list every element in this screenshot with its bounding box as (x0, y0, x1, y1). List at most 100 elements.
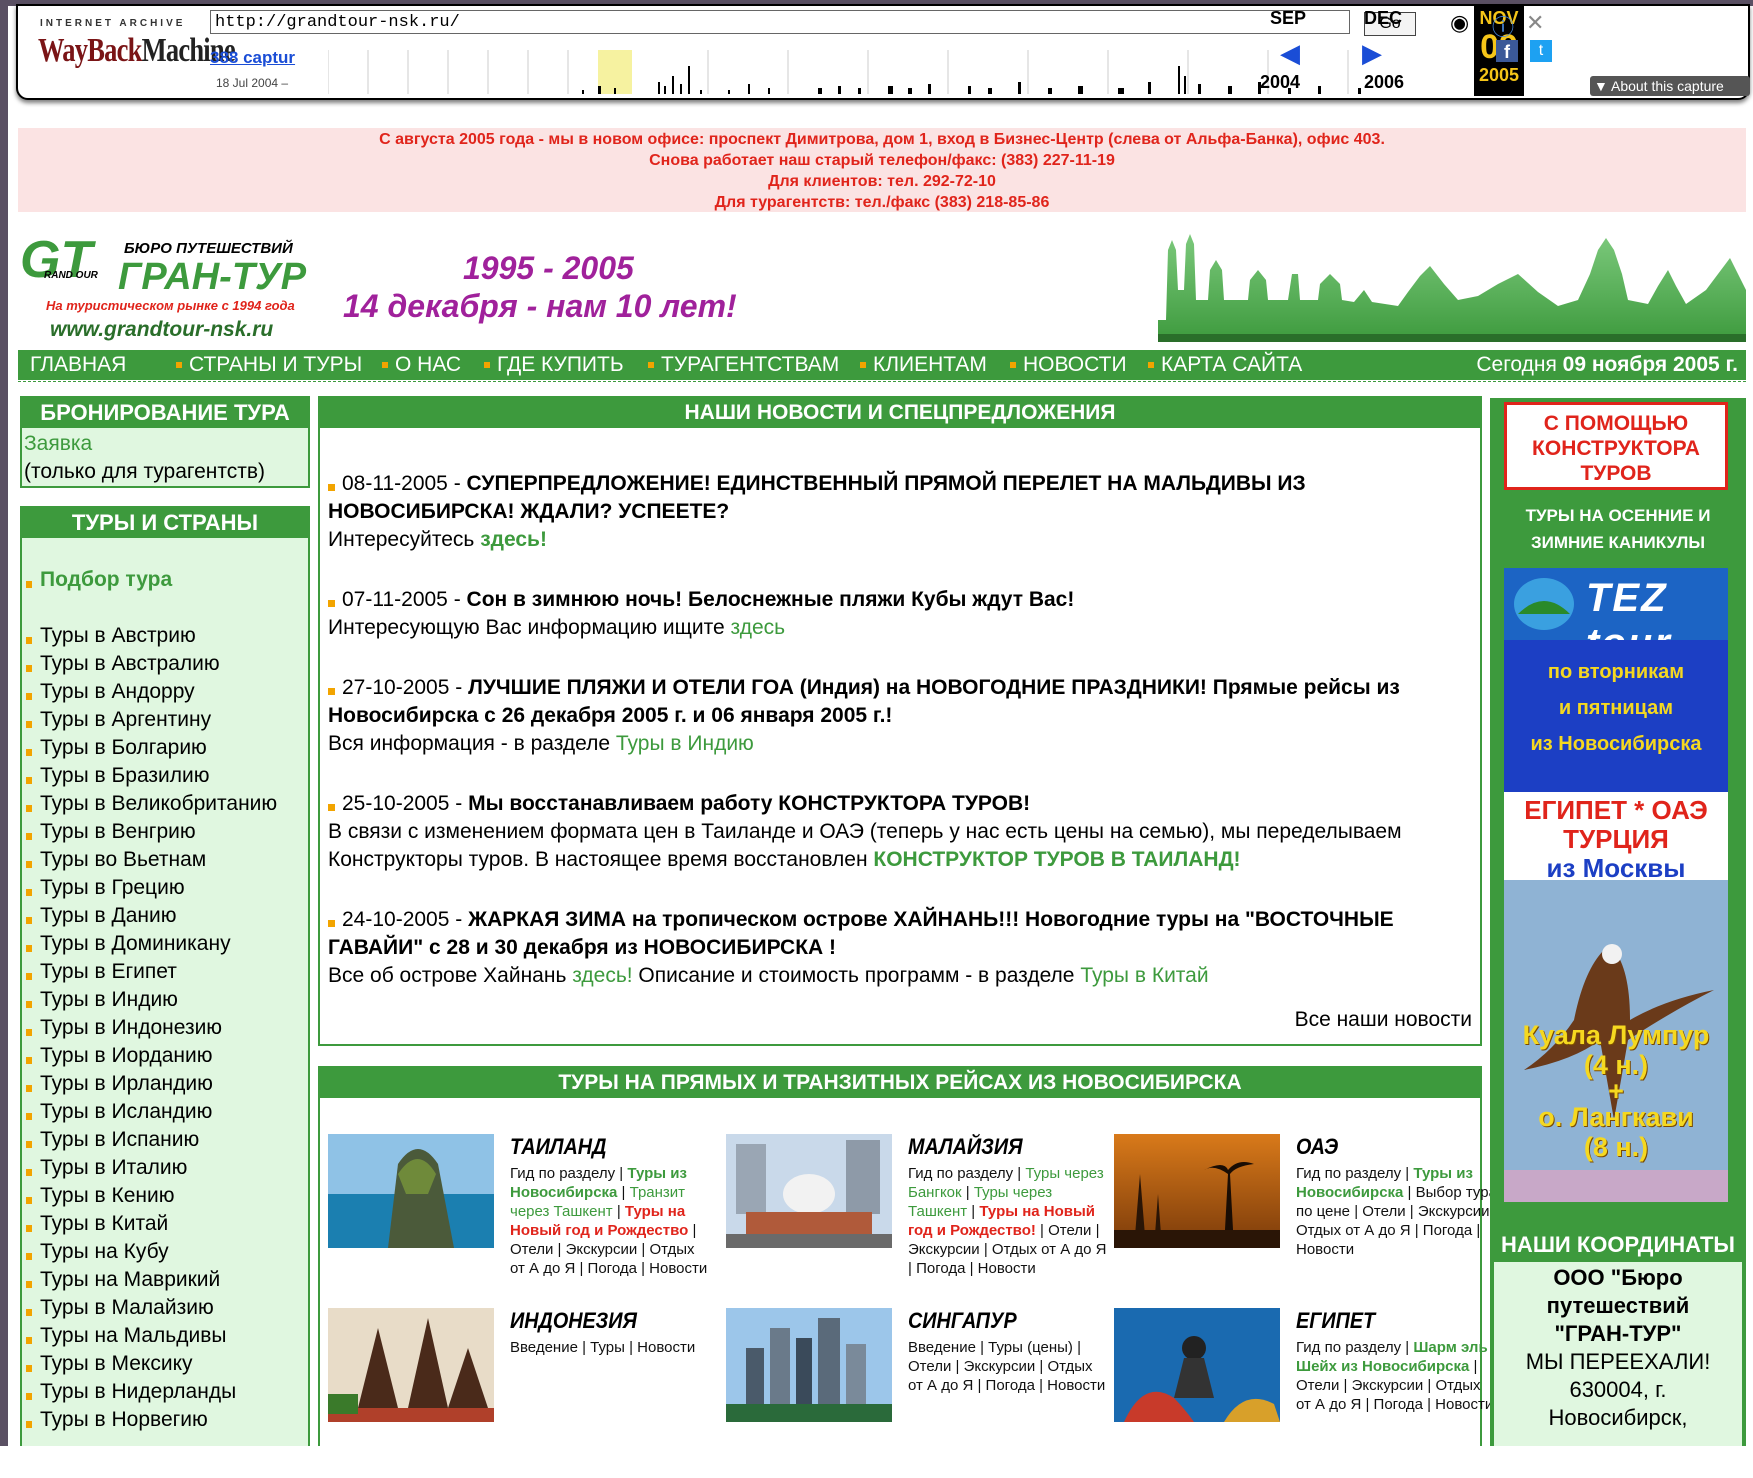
country-link[interactable]: Туры в Индию (22, 986, 308, 1014)
country-link[interactable]: Туры в Ирландию (22, 1070, 308, 1098)
country-link[interactable]: Туры в Индонезию (22, 1014, 308, 1042)
news-link[interactable]: КОНСТРУКТОР ТУРОВ В ТАИЛАНД! (873, 848, 1240, 871)
country-link[interactable]: Туры в Великобританию (22, 790, 308, 818)
kl-line-1: Куала Лумпур (1522, 1020, 1710, 1050)
turkey-label: ТУРЦИЯ (1563, 824, 1669, 854)
about-capture-dropdown[interactable]: ▼ About this capture (1590, 76, 1750, 96)
nav-home[interactable]: ГЛАВНАЯ (30, 350, 126, 380)
logo-name[interactable]: ГРАН-ТУР (118, 256, 306, 299)
nav-clients[interactable]: КЛИЕНТАМ (860, 350, 987, 380)
thailand-photo[interactable] (328, 1134, 494, 1248)
coordinates-box: ООО "Бюро путешествий "ГРАН-ТУР" МЫ ПЕРЕ… (1494, 1262, 1742, 1446)
site-header: GT RAND OUR БЮРО ПУТЕШЕСТВИЙ ГРАН-ТУР На… (18, 226, 1746, 346)
country-link[interactable]: Туры в Египет (22, 958, 308, 986)
news-item: 08-11-2005 - СУПЕРПРЕДЛОЖЕНИЕ! ЕДИНСТВЕН… (328, 470, 1478, 554)
country-link[interactable]: Туры в Австрию (22, 622, 308, 650)
country-link[interactable]: Туры в Иорданию (22, 1042, 308, 1070)
country-link[interactable]: Туры в Испанию (22, 1126, 308, 1154)
booking-note: (только для турагентств) (24, 460, 266, 483)
country-link[interactable]: Туры в Италию (22, 1154, 308, 1182)
nav-agencies[interactable]: ТУРАГЕНТСТВАМ (648, 350, 839, 380)
tour-name[interactable]: МАЛАЙЗИЯ (908, 1134, 1023, 1160)
country-link[interactable]: Туры в Болгарию (22, 734, 308, 762)
tez-tour-banner[interactable]: TEZ tour (1504, 568, 1728, 665)
egypt-photo[interactable] (1114, 1308, 1280, 1422)
tour-name[interactable]: ЕГИПЕТ (1296, 1308, 1375, 1334)
country-link[interactable]: Туры в Исландию (22, 1098, 308, 1126)
holiday-tours-banner[interactable]: ТУРЫ НА ОСЕННИЕ И ЗИМНИЕ КАНИКУЛЫ (1490, 502, 1746, 556)
logo-gt-mark[interactable]: GT (20, 230, 92, 290)
country-link[interactable]: Туры в Малайзию (22, 1294, 308, 1322)
tour-text: Гид по разделу | (1296, 1165, 1414, 1182)
nav-countries-tours[interactable]: СТРАНЫ И ТУРЫ (176, 350, 362, 380)
indonesia-photo[interactable] (328, 1308, 494, 1422)
news-link[interactable]: Туры в Индию (616, 732, 754, 755)
twitter-icon[interactable]: t (1530, 40, 1552, 62)
wayback-logo[interactable]: WayBackMachine (38, 32, 236, 70)
news-headline: ЛУЧШИЕ ПЛЯЖИ И ОТЕЛИ ГОА (Индия) на НОВО… (328, 676, 1400, 727)
news-headline: СУПЕРПРЕДЛОЖЕНИЕ! ЕДИНСТВЕННЫЙ ПРЯМОЙ ПЕ… (328, 472, 1306, 523)
news-text: Интересуйтесь (328, 528, 481, 551)
coord-line-5: 630004, г. (1569, 1377, 1667, 1402)
country-link[interactable]: Туры в Норвегию (22, 1406, 308, 1434)
nav-about[interactable]: О НАС (382, 350, 461, 380)
url-input[interactable]: http://grandtour-nsk.ru/ (210, 10, 1350, 34)
tour-constructor-banner[interactable]: С ПОМОЩЬЮ КОНСТРУКТОРА ТУРОВ (1504, 402, 1728, 490)
country-link[interactable]: Туры в Доминикану (22, 930, 308, 958)
next-capture-arrow-icon[interactable]: ▶ (1362, 38, 1382, 69)
country-link[interactable]: Туры в Кению (22, 1182, 308, 1210)
country-link[interactable]: Туры в Венгрию (22, 818, 308, 846)
tour-name[interactable]: ОАЭ (1296, 1134, 1338, 1160)
prev-capture-arrow-icon[interactable]: ◀ (1280, 38, 1300, 69)
country-link[interactable]: Туры в Нидерланды (22, 1378, 308, 1406)
country-link[interactable]: Туры на Маврикий (22, 1266, 308, 1294)
flight-days-banner[interactable]: по вторникам и пятницам из Новосибирска (1504, 640, 1728, 792)
next-month-label[interactable]: DEC (1364, 8, 1402, 29)
country-link[interactable]: Туры на Мальдивы (22, 1322, 308, 1350)
news-link[interactable]: здесь! (480, 528, 547, 551)
close-icon[interactable]: ✕ (1526, 10, 1544, 36)
help-icon[interactable]: ⓘ (1492, 10, 1514, 42)
capture-sparkline[interactable] (328, 46, 1408, 96)
all-news-link[interactable]: Все наши новости (1295, 1008, 1472, 1032)
singapore-photo[interactable] (726, 1308, 892, 1422)
malaysia-photo[interactable] (726, 1134, 892, 1248)
country-link[interactable]: Туры во Вьетнам (22, 846, 308, 874)
country-link[interactable]: Туры в Андорру (22, 678, 308, 706)
facebook-icon[interactable]: f (1496, 40, 1518, 62)
country-link[interactable]: Туры на Кубу (22, 1238, 308, 1266)
moscow-tours-banner[interactable]: ЕГИПЕТ * ОАЭ ТУРЦИЯ из Москвы (1504, 792, 1728, 883)
nav-news[interactable]: НОВОСТИ (1010, 350, 1127, 380)
prev-month-label[interactable]: SEP (1270, 8, 1306, 29)
country-link[interactable]: Туры в Мексику (22, 1350, 308, 1378)
news-link[interactable]: здесь (731, 616, 786, 639)
country-link[interactable]: Туры в Австралию (22, 650, 308, 678)
nav-where-to-buy[interactable]: ГДЕ КУПИТЬ (484, 350, 624, 380)
country-link[interactable]: Туры в Аргентину (22, 706, 308, 734)
tour-text: Гид по разделу | (1296, 1339, 1414, 1356)
coord-line-3: "ГРАН-ТУР" (1554, 1321, 1682, 1346)
coord-line-1: ООО "Бюро (1553, 1265, 1683, 1290)
uae-photo[interactable] (1114, 1134, 1280, 1248)
today-date: Сегодня 09 ноября 2005 г. (1476, 350, 1738, 380)
tour-name[interactable]: ИНДОНЕЗИЯ (510, 1308, 637, 1334)
tour-selection-link[interactable]: Подбор тура (22, 566, 308, 594)
tour-name[interactable]: ТАИЛАНД (510, 1134, 606, 1160)
country-link[interactable]: Туры в Китай (22, 1210, 308, 1238)
captures-link[interactable]: 388 captur (210, 48, 295, 68)
country-link[interactable]: Туры в Бразилию (22, 762, 308, 790)
user-icon[interactable]: ◉ (1450, 10, 1469, 36)
prev-year-label[interactable]: 2004 (1260, 72, 1300, 93)
country-link[interactable]: Туры в Данию (22, 902, 308, 930)
nav-sitemap[interactable]: КАРТА САЙТА (1148, 350, 1302, 380)
tour-name[interactable]: СИНГАПУР (908, 1308, 1017, 1334)
next-year-label[interactable]: 2006 (1364, 72, 1404, 93)
news-link-2[interactable]: Туры в Китай (1080, 964, 1208, 987)
news-text: Интересующую Вас информацию ищите (328, 616, 731, 639)
tours-countries-box: ТУРЫ И СТРАНЫ Подбор тура Туры в Австрию… (20, 506, 310, 1446)
booking-request-link[interactable]: Заявка (24, 430, 308, 458)
news-link[interactable]: здесь! (572, 964, 632, 987)
notice-line-address: С августа 2005 года - мы в новом офисе: … (379, 131, 1385, 148)
country-link[interactable]: Туры в Грецию (22, 874, 308, 902)
kuala-lumpur-banner[interactable]: Куала Лумпур (4 н.) + о. Лангкави (8 н.) (1504, 880, 1728, 1202)
